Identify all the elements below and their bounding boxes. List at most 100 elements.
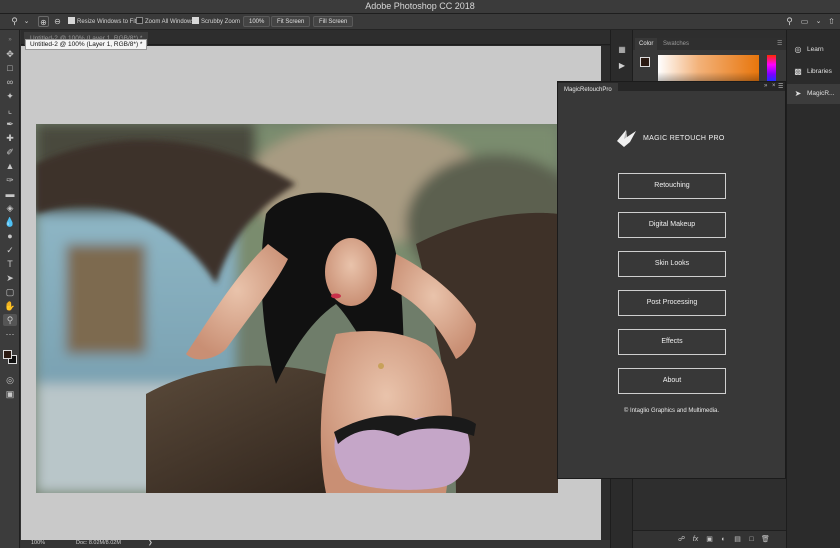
resize-windows-option[interactable]: Resize Windows to Fit xyxy=(68,17,136,27)
zoom-tool-icon[interactable]: ⚲ xyxy=(9,16,20,27)
learn-panel-button[interactable]: ◎ Learn xyxy=(787,40,840,60)
trash-icon[interactable]: 🗑 xyxy=(761,535,770,544)
photo-image xyxy=(36,124,558,493)
magicretouch-panel-button[interactable]: ➤ MagicR... xyxy=(787,84,840,104)
magicretouch-label: MagicR... xyxy=(807,90,835,97)
mrp-header: MagicRetouchPro » × ☰ xyxy=(558,82,785,97)
mrp-copyright: © Intaglio Graphics and Multimedia. xyxy=(623,408,720,414)
move-tool-icon[interactable]: ✥ xyxy=(3,48,17,60)
status-doc-info: Doc: 8.02M/8.02M xyxy=(76,540,121,546)
photoshop-window: Adobe Photoshop CC 2018 ⚲ ⌄ ⊕ ⊖ Resize W… xyxy=(0,0,840,548)
about-button[interactable]: About xyxy=(618,368,726,394)
mrp-logo: MAGIC RETOUCH PRO xyxy=(616,127,746,149)
color-panel: Color Swatches ☰ xyxy=(633,38,787,85)
screen-mode-icon[interactable]: ▣ xyxy=(3,388,17,400)
options-bar: ⚲ ⌄ ⊕ ⊖ Resize Windows to Fit Zoom All W… xyxy=(0,14,840,30)
pen-tool-icon[interactable]: ✓ xyxy=(3,244,17,256)
foreground-color-swatch[interactable] xyxy=(3,350,12,359)
adjustment-layer-icon[interactable]: ◐ xyxy=(719,535,728,544)
skin-looks-button[interactable]: Skin Looks xyxy=(618,251,726,277)
scrubby-zoom-option[interactable]: Scrubby Zoom xyxy=(192,17,240,27)
type-tool-icon[interactable]: T xyxy=(3,258,17,270)
close-panel-icon[interactable]: × xyxy=(772,83,776,89)
digital-makeup-button[interactable]: Digital Makeup xyxy=(618,212,726,238)
magic-wand-tool-icon[interactable]: ✦ xyxy=(3,90,17,102)
effects-button[interactable]: Effects xyxy=(618,329,726,355)
crop-tool-icon[interactable]: ⌞ xyxy=(3,104,17,116)
blur-tool-icon[interactable]: 💧 xyxy=(3,216,17,228)
post-processing-button[interactable]: Post Processing xyxy=(618,290,726,316)
zoom-all-option[interactable]: Zoom All Windows xyxy=(136,17,194,27)
stamp-tool-icon[interactable]: ▲ xyxy=(3,160,17,172)
document-tab-tooltip: Untitled-2 @ 100% (Layer 1, RGB/8*) * xyxy=(25,39,148,50)
path-selection-tool-icon[interactable]: ➤ xyxy=(3,272,17,284)
tab-swatches[interactable]: Swatches xyxy=(659,38,693,50)
scrubby-zoom-label: Scrubby Zoom xyxy=(201,19,241,25)
lasso-tool-icon[interactable]: ∞ xyxy=(3,76,17,88)
resize-windows-checkbox[interactable] xyxy=(68,17,75,24)
color-panel-tabs: Color Swatches ☰ xyxy=(633,38,787,50)
new-group-icon[interactable]: ▤ xyxy=(733,535,742,544)
collapse-panel-icon[interactable]: » xyxy=(764,83,767,89)
history-brush-tool-icon[interactable]: ✑ xyxy=(3,174,17,186)
bird-logo-icon xyxy=(617,130,636,147)
brush-tool-icon[interactable]: ✐ xyxy=(3,146,17,158)
add-mask-icon[interactable]: ▣ xyxy=(705,535,714,544)
quick-mask-icon[interactable]: ◎ xyxy=(3,374,17,386)
scrubby-zoom-checkbox[interactable] xyxy=(192,17,199,24)
status-bar: 100% Doc: 8.02M/8.02M ❯ xyxy=(21,540,610,548)
fit-screen-button[interactable]: Fit Screen xyxy=(271,16,311,27)
libraries-panel-button[interactable]: ▩ Libraries xyxy=(787,62,840,82)
mrp-panel-tab[interactable]: MagicRetouchPro xyxy=(558,83,618,97)
hue-slider[interactable] xyxy=(767,55,776,84)
play-action-icon[interactable]: ▶ xyxy=(616,60,628,72)
healing-brush-tool-icon[interactable]: ✚ xyxy=(3,132,17,144)
workspace-icon[interactable]: ▭ xyxy=(799,16,810,27)
zoom-percent-field[interactable]: 100% xyxy=(243,16,271,27)
chevron-down-icon[interactable]: ⌄ xyxy=(813,16,824,27)
tab-color[interactable]: Color xyxy=(635,38,658,50)
link-layers-icon[interactable]: ☍ xyxy=(677,535,686,544)
zoom-tool-selected-icon[interactable]: ⚲ xyxy=(3,314,17,326)
share-icon[interactable]: ⇧ xyxy=(826,16,837,27)
lightbulb-icon: ◎ xyxy=(794,45,802,54)
libraries-icon: ▩ xyxy=(794,67,802,76)
canvas-background[interactable] xyxy=(21,46,601,540)
zoom-out-icon[interactable]: ⊖ xyxy=(52,16,63,27)
search-icon[interactable]: ⚲ xyxy=(784,16,795,27)
more-tools-icon[interactable]: ⋯ xyxy=(3,328,17,340)
color-spectrum-field[interactable] xyxy=(658,55,759,84)
eyedropper-tool-icon[interactable]: ✒ xyxy=(3,118,17,130)
learn-label: Learn xyxy=(807,46,824,53)
hand-tool-icon[interactable]: ✋ xyxy=(3,300,17,312)
mrp-logo-text: MAGIC RETOUCH PRO xyxy=(643,135,725,142)
canvas-photo[interactable] xyxy=(36,124,558,493)
resize-windows-label: Resize Windows to Fit xyxy=(77,19,137,25)
document-area: Untitled-2 @ 100% (Layer 1, RGB/8*) * xyxy=(21,30,610,540)
layers-panel-footer: ☍ fx ▣ ◐ ▤ □ 🗑 xyxy=(633,530,787,548)
tools-panel: » ✥ □ ∞ ✦ ⌞ ✒ ✚ ✐ ▲ ✑ ▬ ◈ 💧 ● ✓ T ➤ ▢ ✋ … xyxy=(0,30,20,548)
new-layer-icon[interactable]: □ xyxy=(747,535,756,544)
eraser-tool-icon[interactable]: ▬ xyxy=(3,188,17,200)
history-panel-icon[interactable]: ▦ xyxy=(616,44,628,56)
chevron-down-icon[interactable]: ⌄ xyxy=(21,16,32,27)
zoom-in-icon[interactable]: ⊕ xyxy=(38,16,49,27)
title-bar: Adobe Photoshop CC 2018 xyxy=(0,0,840,14)
panel-menu-icon[interactable]: ☰ xyxy=(773,38,786,50)
layer-style-fx-icon[interactable]: fx xyxy=(691,535,700,544)
magicretouch-bird-icon: ➤ xyxy=(794,89,802,98)
collapse-tools-icon[interactable]: » xyxy=(3,34,17,46)
mrp-menu-icon[interactable]: ☰ xyxy=(778,83,783,90)
fill-screen-button[interactable]: Fill Screen xyxy=(313,16,354,27)
zoom-all-checkbox[interactable] xyxy=(136,17,143,24)
shape-tool-icon[interactable]: ▢ xyxy=(3,286,17,298)
zoom-all-label: Zoom All Windows xyxy=(145,19,195,25)
paint-bucket-tool-icon[interactable]: ◈ xyxy=(3,202,17,214)
status-menu-arrow-icon[interactable]: ❯ xyxy=(148,540,153,546)
marquee-tool-icon[interactable]: □ xyxy=(3,62,17,74)
learn-libraries-column: ◎ Learn ▩ Libraries ➤ MagicR... xyxy=(786,30,840,548)
color-panel-foreground-swatch[interactable] xyxy=(640,57,650,67)
dodge-tool-icon[interactable]: ● xyxy=(3,230,17,242)
retouching-button[interactable]: Retouching xyxy=(618,173,726,199)
status-zoom[interactable]: 100% xyxy=(31,540,45,546)
